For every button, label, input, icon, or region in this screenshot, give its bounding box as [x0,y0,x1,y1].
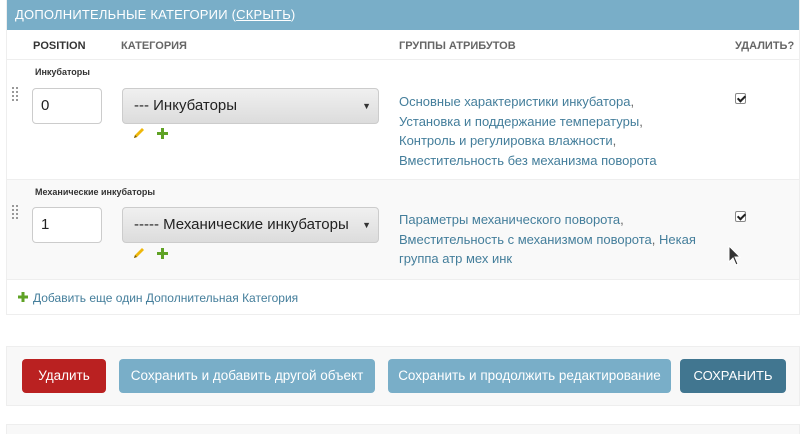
inline-group-title: ДОПОЛНИТЕЛЬНЫЕ КАТЕГОРИИ ( [15,7,237,22]
column-header-position: POSITION [33,40,86,52]
position-input[interactable]: 1 [32,207,102,243]
plus-icon[interactable] [157,248,168,259]
separator: , [651,231,656,247]
separator: , [620,212,624,227]
pencil-icon[interactable] [132,126,146,140]
mouse-cursor-icon [728,245,742,266]
category-select[interactable]: --- Инкубаторы ▼ [122,88,379,124]
delete-checkbox[interactable] [735,211,746,222]
plus-icon [18,292,28,302]
attribute-groups-list: Параметры механического поворота, Вмести… [399,210,709,269]
attribute-group-link[interactable]: Контроль и регулировка влажности [399,133,613,148]
separator: , [639,113,643,129]
hide-link[interactable]: СКРЫТЬ [236,7,291,22]
save-and-add-another-button[interactable]: Сохранить и добавить другой объект [119,359,375,393]
column-header-category: КАТЕГОРИЯ [121,40,187,52]
column-header-attribute-groups: ГРУППЫ АТРИБУТОВ [399,40,516,52]
caret-down-icon: ▼ [362,101,371,111]
inline-row-title: Механические инкубаторы [35,187,156,197]
delete-button[interactable]: Удалить [22,359,106,393]
pencil-icon[interactable] [132,246,146,260]
plus-icon[interactable] [157,128,168,139]
separator: , [612,133,617,148]
inline-group-header: ДОПОЛНИТЕЛЬНЫЕ КАТЕГОРИИ (СКРЫТЬ) [7,0,799,30]
footer-box [6,424,800,434]
category-select[interactable]: ----- Механические инкубаторы ▼ [122,207,379,243]
add-another-link[interactable]: Добавить еще один Дополнительная Категор… [33,291,298,305]
column-headers: POSITION КАТЕГОРИЯ ГРУППЫ АТРИБУТОВ УДАЛ… [7,30,799,60]
save-and-continue-button[interactable]: Сохранить и продолжить редактирование [388,359,671,393]
inline-row-title: Инкубаторы [35,67,90,77]
attribute-group-link[interactable]: Установка и поддержание температуры [399,114,639,129]
caret-down-icon: ▼ [362,220,371,230]
separator: , [630,94,635,109]
column-header-delete: УДАЛИТЬ? [735,40,795,52]
attribute-group-link[interactable]: Основные характеристики инкубатора [399,94,631,109]
drag-handle-icon[interactable] [12,205,20,223]
category-select-value: --- Инкубаторы [134,97,238,114]
add-row: Добавить еще один Дополнительная Категор… [7,280,799,314]
category-select-value: ----- Механические инкубаторы [134,216,349,233]
attribute-group-link[interactable]: Параметры механического поворота [399,212,620,227]
submit-row: Удалить Сохранить и добавить другой объе… [6,346,800,406]
inline-row: Механические инкубаторы 1 ----- Механиче… [7,180,799,280]
attribute-groups-list: Основные характеристики инкубатора, Уста… [399,92,709,170]
inline-group-title-close: ) [290,7,296,22]
delete-checkbox[interactable] [735,93,746,104]
attribute-group-link[interactable]: Вместительность с механизмом поворота [399,232,652,247]
save-button[interactable]: СОХРАНИТЬ [680,359,786,393]
drag-handle-icon[interactable] [12,87,20,105]
inline-row: Инкубаторы 0 --- Инкубаторы ▼ Основные х… [7,60,799,180]
inline-group-additional-categories: ДОПОЛНИТЕЛЬНЫЕ КАТЕГОРИИ (СКРЫТЬ) POSITI… [6,0,800,315]
attribute-group-link[interactable]: Вместительность без механизма поворота [399,153,657,168]
position-input[interactable]: 0 [32,88,102,124]
